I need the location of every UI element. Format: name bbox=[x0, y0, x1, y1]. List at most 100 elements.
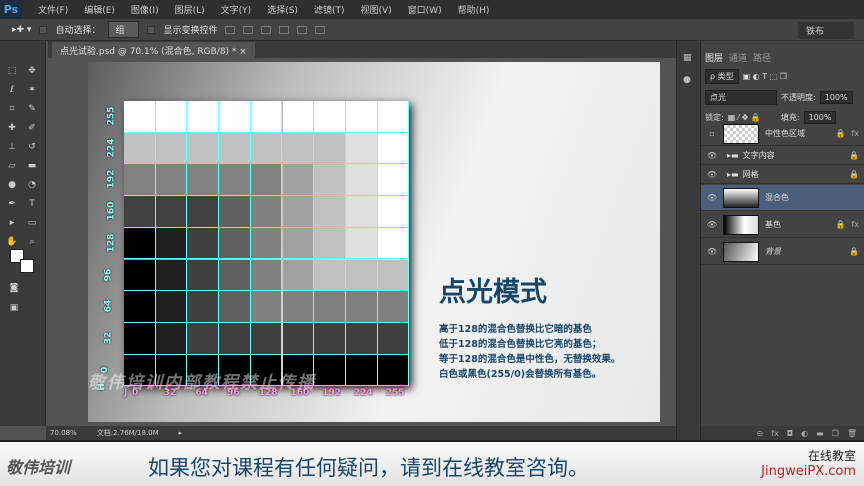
eye-icon[interactable]: 👁 bbox=[701, 220, 723, 229]
y-axis-label: 255 bbox=[106, 106, 117, 126]
new-layer-icon[interactable]: ❐ bbox=[832, 429, 839, 438]
layer-group-grid[interactable]: 👁 ▸▬ 网格 🔒 bbox=[701, 166, 864, 184]
menu-window[interactable]: 窗口(W) bbox=[408, 3, 442, 16]
layers-panel: 图层 通道 路径 ρ 类型 ▣ ◐ T ⬚ ❐ 点光 不透明度: 100% 锁定… bbox=[700, 41, 864, 440]
layer-base-color[interactable]: 👁 基色 🔒 fx bbox=[701, 212, 864, 238]
grid-cell bbox=[187, 101, 220, 133]
document-canvas[interactable]: H J 255 224 192 160 128 96 64 32 0 0 32 64 96 128 160 1… bbox=[88, 62, 660, 422]
menu-view[interactable]: 视图(V) bbox=[360, 3, 391, 16]
grid-cell bbox=[314, 227, 346, 260]
visibility-toggle-off[interactable]: ▫ bbox=[701, 129, 723, 138]
menu-help[interactable]: 帮助(H) bbox=[458, 3, 490, 16]
menu-edit[interactable]: 编辑(E) bbox=[84, 3, 115, 16]
grid-cell bbox=[124, 227, 156, 260]
marquee-tool-icon[interactable]: ⬚ bbox=[6, 66, 18, 76]
history-brush-icon[interactable]: ↺ bbox=[26, 142, 38, 152]
grid-cell bbox=[219, 101, 251, 133]
filter-icons[interactable]: ▣ ◐ T ⬚ ❐ bbox=[743, 72, 787, 81]
eraser-tool-icon[interactable]: ▱ bbox=[6, 161, 18, 171]
type-tool-icon[interactable]: T bbox=[26, 199, 38, 209]
align-top-icon[interactable] bbox=[225, 25, 236, 34]
eye-icon[interactable]: 👁 bbox=[701, 247, 723, 256]
eye-icon[interactable]: 👁 bbox=[701, 151, 723, 160]
menu-file[interactable]: 文件(F) bbox=[38, 3, 68, 16]
hand-tool-icon[interactable]: ✋ bbox=[6, 237, 18, 247]
layer-thumbnail bbox=[723, 214, 759, 235]
tab-channels[interactable]: 通道 bbox=[729, 51, 747, 64]
grid-cell bbox=[219, 196, 251, 228]
stamp-tool-icon[interactable]: ⊥ bbox=[6, 142, 18, 152]
layers-footer: ⊝ fx ◘ ◐ ▬ ❐ 🗑 bbox=[701, 426, 864, 440]
menu-select[interactable]: 选择(S) bbox=[267, 3, 298, 16]
crop-tool-icon[interactable]: ⌗ bbox=[6, 104, 18, 114]
background-color-swatch[interactable] bbox=[20, 259, 34, 273]
quick-mask-icon[interactable]: ◙ bbox=[8, 283, 20, 293]
add-mask-icon[interactable]: ◘ bbox=[787, 429, 793, 438]
new-group-icon[interactable]: ▬ bbox=[816, 429, 824, 438]
align-middle-icon[interactable] bbox=[243, 25, 254, 34]
tab-layers[interactable]: 图层 bbox=[705, 51, 723, 64]
link-layers-icon[interactable]: ⊝ bbox=[757, 429, 764, 438]
align-left-icon[interactable] bbox=[279, 25, 290, 34]
fx-icon[interactable]: fx bbox=[771, 429, 779, 438]
path-select-icon[interactable]: ▸ bbox=[6, 218, 18, 228]
align-bottom-icon[interactable] bbox=[261, 25, 272, 34]
blend-mode-dropdown[interactable]: 点光 bbox=[705, 90, 777, 105]
layer-thumbnail bbox=[723, 187, 759, 208]
layer-neutral-area[interactable]: ▫ 中性色区域 🔒 fx bbox=[701, 122, 864, 146]
move-tool-icon[interactable]: ✥ bbox=[26, 66, 38, 76]
eye-icon[interactable]: 👁 bbox=[701, 170, 723, 179]
folder-icon[interactable]: ▸▬ bbox=[727, 170, 739, 179]
grid-cell bbox=[314, 322, 346, 355]
folder-icon[interactable]: ▸▬ bbox=[727, 151, 739, 160]
layer-blend-color[interactable]: 👁 混合色 bbox=[701, 185, 864, 211]
gradient-tool-icon[interactable]: ▬ bbox=[26, 161, 38, 171]
trash-icon[interactable]: 🗑 bbox=[847, 429, 857, 438]
menu-image[interactable]: 图像(I) bbox=[131, 3, 159, 16]
dodge-tool-icon[interactable]: ◔ bbox=[26, 180, 38, 190]
screen-mode-icon[interactable]: ▣ bbox=[8, 303, 20, 313]
align-center-icon[interactable] bbox=[297, 25, 308, 34]
document-tab[interactable]: 点光试验.psd @ 70.1% (混合色, RGB/8) * × bbox=[52, 42, 255, 58]
lasso-tool-icon[interactable]: ℓ bbox=[6, 85, 18, 95]
canvas-area[interactable]: H J 255 224 192 160 128 96 64 32 0 0 32 64 96 128 160 1… bbox=[46, 58, 676, 426]
layer-group-text[interactable]: 👁 ▸▬ 文字内容 🔒 bbox=[701, 147, 864, 165]
info-panel-icon[interactable]: ● bbox=[683, 75, 694, 85]
adjustment-layer-icon[interactable]: ◐ bbox=[801, 429, 808, 438]
brush-tool-icon[interactable]: ✐ bbox=[26, 123, 38, 133]
status-menu-arrow-icon[interactable]: ▸ bbox=[179, 429, 183, 437]
watermark: 敬伟培训内部教程禁止传播 bbox=[88, 373, 316, 393]
menu-layer[interactable]: 图层(L) bbox=[175, 3, 205, 16]
blur-tool-icon[interactable]: ● bbox=[6, 180, 18, 190]
menu-type[interactable]: 文字(Y) bbox=[221, 3, 252, 16]
opacity-input[interactable]: 100% bbox=[819, 91, 853, 104]
tab-paths[interactable]: 路径 bbox=[753, 51, 771, 64]
eyedropper-icon[interactable]: ✎ bbox=[26, 104, 38, 114]
healing-tool-icon[interactable]: ✚ bbox=[6, 123, 18, 133]
doc-size[interactable]: 文档:2.76M/18.0M bbox=[97, 428, 159, 438]
auto-select-checkbox[interactable] bbox=[39, 25, 48, 34]
status-bar: 70.08% 文档:2.76M/18.0M ▸ bbox=[46, 426, 676, 440]
history-panel-icon[interactable]: ▦ bbox=[683, 53, 694, 63]
fx-icon: fx bbox=[851, 220, 859, 229]
magic-wand-icon[interactable]: ✶ bbox=[26, 85, 38, 95]
align-right-icon[interactable] bbox=[315, 25, 326, 34]
grid-cell bbox=[345, 196, 378, 228]
pen-tool-icon[interactable]: ✒ bbox=[6, 199, 18, 209]
eye-icon[interactable]: 👁 bbox=[701, 193, 723, 202]
shape-tool-icon[interactable]: ▭ bbox=[26, 218, 38, 228]
move-tool-icon[interactable]: ▸✚ ▾ bbox=[12, 25, 31, 35]
banner-site-url[interactable]: JingweiPX.com bbox=[761, 464, 856, 479]
zoom-level[interactable]: 70.08% bbox=[50, 429, 77, 437]
auto-select-dropdown[interactable]: 组 bbox=[108, 21, 140, 38]
zoom-tool-icon[interactable]: ⌕ bbox=[26, 237, 38, 247]
layer-filter-dropdown[interactable]: ρ 类型 bbox=[705, 69, 739, 84]
photoshop-logo: Ps bbox=[0, 0, 22, 19]
show-transform-checkbox[interactable] bbox=[147, 25, 156, 34]
grid-cell bbox=[155, 164, 188, 197]
layer-background[interactable]: 👁 背景 🔒 bbox=[701, 239, 864, 265]
workspace-dropdown[interactable]: 铁布 bbox=[797, 22, 854, 39]
lock-icons[interactable]: ▦ ⁄ ✥ 🔒 bbox=[728, 113, 761, 122]
grid-cell bbox=[155, 227, 188, 260]
menu-filter[interactable]: 滤镜(T) bbox=[314, 3, 345, 16]
